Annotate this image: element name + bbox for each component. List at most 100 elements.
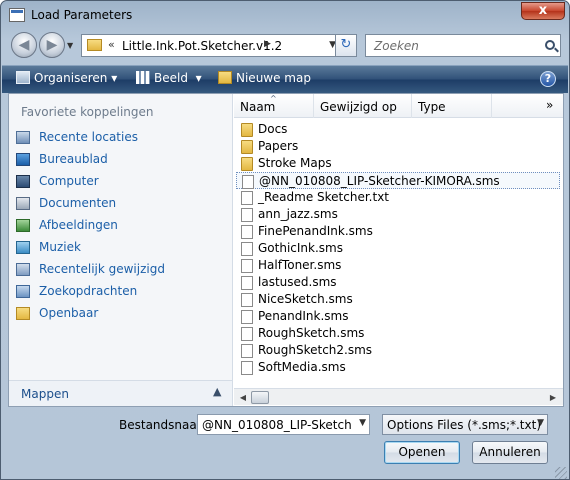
desktop-icon bbox=[16, 153, 30, 166]
sidebar-item-recently-changed[interactable]: Recentelijk gewijzigd bbox=[15, 260, 225, 280]
new-folder-icon bbox=[218, 71, 232, 84]
file-icon bbox=[241, 259, 253, 273]
folder-icon bbox=[241, 157, 253, 171]
chevron-down-icon[interactable]: ▼ bbox=[537, 418, 544, 428]
breadcrumb-overflow[interactable]: « bbox=[108, 38, 115, 51]
scroll-left-icon[interactable]: ◀ bbox=[236, 391, 250, 404]
folders-label: Mappen bbox=[21, 387, 69, 401]
list-item-file[interactable]: GothicInk.sms bbox=[236, 240, 560, 257]
view-icon bbox=[136, 71, 150, 84]
filename-input[interactable]: @NN_010808_LIP-Sketcher-KI bbox=[202, 418, 352, 432]
list-item-file[interactable]: FinePenandInk.sms bbox=[236, 223, 560, 240]
chevron-up-icon[interactable]: ▲ bbox=[213, 385, 221, 398]
file-type-value: Options Files (*.sms;*.txt) bbox=[387, 418, 542, 432]
browser-area: Favoriete koppelingen Recente locaties B… bbox=[8, 93, 564, 407]
breadcrumb-chevron-icon[interactable]: ▶ bbox=[264, 39, 271, 49]
column-header-modified[interactable]: Gewijzigd op bbox=[314, 94, 412, 118]
file-icon bbox=[241, 276, 253, 290]
file-icon bbox=[242, 175, 254, 189]
list-item-file[interactable]: SoftMedia.sms bbox=[236, 359, 560, 376]
file-icon bbox=[241, 310, 253, 324]
searches-icon bbox=[16, 285, 30, 298]
scroll-right-icon[interactable]: ▶ bbox=[546, 391, 560, 404]
column-header-row: Naam ^ Gewijzigd op Type » bbox=[234, 94, 563, 118]
file-icon bbox=[241, 191, 253, 205]
list-item-file-selected[interactable]: @NN_010808_LIP-Sketcher-KIMORA.sms bbox=[236, 172, 560, 189]
open-button[interactable]: Openen bbox=[384, 441, 460, 464]
favorite-links-heading: Favoriete koppelingen bbox=[21, 105, 154, 119]
command-toolbar: Organiseren ▾ Beeld ▾ Nieuwe map ? bbox=[2, 65, 568, 93]
address-bar[interactable]: « Little.Ink.Pot.Sketcher.v1.2 ▶ ▼ bbox=[81, 34, 341, 57]
forward-button[interactable]: ▶ bbox=[39, 32, 65, 58]
computer-icon bbox=[16, 175, 30, 188]
column-header-name[interactable]: Naam ^ bbox=[234, 94, 314, 118]
list-item-folder[interactable]: Papers bbox=[236, 138, 560, 155]
file-icon bbox=[241, 225, 253, 239]
pictures-icon bbox=[16, 219, 30, 232]
organize-icon bbox=[16, 71, 30, 84]
list-item-file[interactable]: NiceSketch.sms bbox=[236, 291, 560, 308]
sidebar-item-computer[interactable]: Computer bbox=[15, 172, 225, 192]
sidebar-item-searches[interactable]: Zoekopdrachten bbox=[15, 282, 225, 302]
close-button[interactable]: x bbox=[521, 2, 565, 20]
public-folder-icon bbox=[16, 307, 30, 320]
file-icon bbox=[241, 242, 253, 256]
navigation-pane: Favoriete koppelingen Recente locaties B… bbox=[9, 94, 233, 406]
load-parameters-dialog: Load Parameters x ◀ ▶ ▼ « Little.Ink.Pot… bbox=[0, 0, 570, 480]
search-input[interactable]: Zoeken bbox=[374, 39, 419, 53]
sidebar-item-pictures[interactable]: Afbeeldingen bbox=[15, 216, 225, 236]
back-button[interactable]: ◀ bbox=[11, 32, 37, 58]
resize-grip-icon[interactable] bbox=[555, 467, 567, 479]
recent-places-icon bbox=[16, 131, 30, 144]
list-item-file[interactable]: HalfToner.sms bbox=[236, 257, 560, 274]
documents-icon bbox=[16, 197, 30, 210]
organize-button[interactable]: Organiseren ▾ bbox=[16, 71, 117, 85]
sidebar-item-recent-places[interactable]: Recente locaties bbox=[15, 128, 225, 148]
file-icon bbox=[241, 293, 253, 307]
cancel-button[interactable]: Annuleren bbox=[472, 441, 548, 464]
list-item-file[interactable]: RoughSketch2.sms bbox=[236, 342, 560, 359]
list-item-file[interactable]: ann_jazz.sms bbox=[236, 206, 560, 223]
list-item-file[interactable]: lastused.sms bbox=[236, 274, 560, 291]
scroll-thumb[interactable] bbox=[251, 391, 269, 404]
folder-icon bbox=[241, 123, 253, 137]
recent-pages-dropdown[interactable]: ▼ bbox=[67, 41, 73, 50]
help-icon[interactable]: ? bbox=[540, 71, 556, 87]
list-item-folder[interactable]: Stroke Maps bbox=[236, 155, 560, 172]
music-icon bbox=[16, 241, 30, 254]
list-item-file[interactable]: RoughSketch.sms bbox=[236, 325, 560, 342]
navigation-bar: ◀ ▶ ▼ « Little.Ink.Pot.Sketcher.v1.2 ▶ ▼… bbox=[7, 31, 563, 61]
filename-field[interactable]: @NN_010808_LIP-Sketcher-KI ▼ bbox=[197, 414, 370, 435]
file-icon bbox=[241, 344, 253, 358]
title-bar: Load Parameters x bbox=[1, 1, 569, 29]
sidebar-item-desktop[interactable]: Bureaublad bbox=[15, 150, 225, 170]
column-header-type[interactable]: Type bbox=[412, 94, 492, 118]
breadcrumb-current-folder[interactable]: Little.Ink.Pot.Sketcher.v1.2 bbox=[122, 39, 282, 53]
file-icon bbox=[241, 208, 253, 222]
view-button[interactable]: Beeld ▾ bbox=[136, 71, 202, 85]
search-box[interactable]: Zoeken bbox=[365, 34, 561, 57]
file-icon bbox=[241, 361, 253, 375]
file-type-select[interactable]: Options Files (*.sms;*.txt) ▼ bbox=[382, 414, 548, 435]
folders-toggle[interactable]: Mappen ▲ bbox=[9, 380, 232, 406]
window-app-icon bbox=[9, 8, 25, 22]
chevron-down-icon[interactable]: ▼ bbox=[359, 418, 366, 428]
list-item-file[interactable]: _Readme Sketcher.txt bbox=[236, 189, 560, 206]
sort-ascending-icon: ^ bbox=[270, 94, 277, 103]
search-icon[interactable] bbox=[545, 40, 555, 50]
horizontal-scrollbar[interactable]: ◀ ▶ bbox=[234, 388, 563, 405]
list-item-folder[interactable]: Docs bbox=[236, 121, 560, 138]
file-list-pane: Naam ^ Gewijzigd op Type » Docs Papers St… bbox=[234, 94, 563, 406]
sidebar-item-public[interactable]: Openbaar bbox=[15, 304, 225, 324]
folder-icon bbox=[241, 140, 253, 154]
list-item-file[interactable]: PenandInk.sms bbox=[236, 308, 560, 325]
sidebar-item-music[interactable]: Muziek bbox=[15, 238, 225, 258]
folder-icon bbox=[87, 39, 102, 51]
recently-changed-icon bbox=[16, 263, 30, 276]
sidebar-item-documents[interactable]: Documenten bbox=[15, 194, 225, 214]
window-title: Load Parameters bbox=[31, 8, 133, 22]
file-icon bbox=[241, 327, 253, 341]
more-columns-button[interactable]: » bbox=[546, 98, 553, 112]
refresh-button[interactable]: ↻ bbox=[335, 34, 357, 57]
new-folder-button[interactable]: Nieuwe map bbox=[218, 71, 311, 85]
